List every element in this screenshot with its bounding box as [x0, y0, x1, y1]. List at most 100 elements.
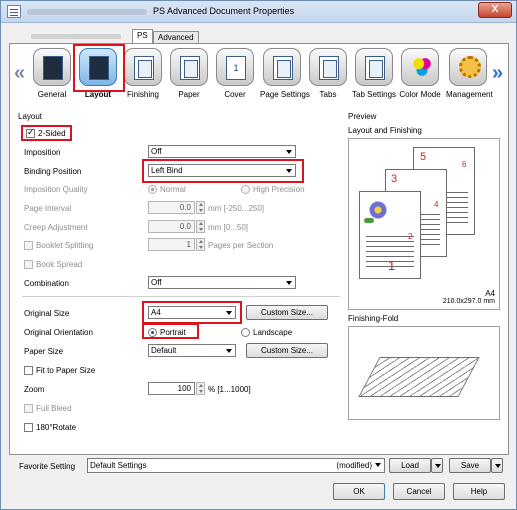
load-button[interactable]: Load [389, 458, 431, 473]
paper-custom-size-button[interactable]: Custom Size... [246, 343, 328, 358]
creep-adjustment-stepper[interactable] [196, 220, 205, 233]
scroll-right-icon[interactable]: » [492, 62, 503, 85]
save-dropdown-button[interactable] [491, 458, 503, 473]
page-interval-stepper[interactable] [196, 201, 205, 214]
imposition-select[interactable]: Off [148, 145, 296, 158]
fold-preview [348, 326, 500, 420]
category-page-settings[interactable]: Page Settings [260, 48, 310, 104]
favorite-setting-label: Favorite Setting [19, 462, 76, 471]
booklet-splitting-checkbox[interactable] [24, 241, 33, 250]
load-dropdown-button[interactable] [431, 458, 443, 473]
tab-advanced[interactable]: Advanced [153, 31, 199, 43]
booklet-splitting-input[interactable]: 1 [148, 238, 195, 251]
category-label: Layout [84, 90, 112, 99]
category-label: Page Settings [260, 90, 310, 99]
category-label: Color Mode [399, 90, 441, 99]
favorite-setting-select[interactable]: Default Settings (modified) [87, 458, 385, 473]
category-management[interactable]: Management [446, 48, 493, 104]
booklet-splitting-unit: Pages per Section [208, 241, 274, 250]
chevron-down-icon [226, 311, 232, 315]
zoom-input[interactable]: 100 [148, 382, 195, 395]
original-size-label: Original Size [24, 309, 70, 318]
category-cover[interactable]: 1 Cover [213, 48, 257, 104]
portrait-label: Portrait [160, 328, 186, 337]
imposition-quality-label: Imposition Quality [24, 185, 88, 194]
quality-high-label: High Precision [253, 185, 305, 194]
two-sided-label: 2-Sided [38, 129, 66, 138]
cancel-button[interactable]: Cancel [393, 483, 445, 500]
booklet-splitting-stepper[interactable] [196, 238, 205, 251]
finishing-icon [134, 56, 154, 80]
page-interval-input[interactable]: 0.0 [148, 201, 195, 214]
book-spread-checkbox[interactable] [24, 260, 33, 269]
page-number: 5 [420, 151, 427, 163]
page-number: 1 [388, 258, 396, 273]
category-tab-settings[interactable]: Tab Settings [352, 48, 396, 104]
quality-normal-label: Normal [160, 185, 186, 194]
chevron-down-icon [286, 169, 292, 173]
fold-sheet-illustration [358, 357, 480, 397]
fit-to-paper-checkbox[interactable] [24, 366, 33, 375]
category-color-mode[interactable]: Color Mode [398, 48, 442, 104]
management-icon [459, 56, 481, 78]
quality-high-radio[interactable] [241, 185, 250, 194]
page-interval-unit: mm [-250...250] [208, 204, 265, 213]
binding-position-label: Binding Position [24, 167, 82, 176]
help-button[interactable]: Help [453, 483, 505, 500]
rotate-180-checkbox[interactable] [24, 423, 33, 432]
page-number: 6 [462, 160, 467, 169]
binding-position-select[interactable]: Left Bind [148, 164, 296, 177]
page-number: 3 [391, 173, 398, 185]
category-label: Tab Settings [352, 90, 397, 99]
category-general[interactable]: General [30, 48, 74, 104]
layout-panel: « General Layout Finishing Paper 1 Cover [9, 43, 509, 455]
category-tabs[interactable]: Tabs [306, 48, 350, 104]
original-custom-size-button[interactable]: Custom Size... [246, 305, 328, 320]
ok-button[interactable]: OK [333, 483, 385, 500]
category-label: Paper [178, 90, 200, 99]
scroll-left-icon[interactable]: « [14, 62, 25, 85]
booklet-splitting-label: Booklet Splitting [36, 241, 94, 250]
category-label: Cover [224, 90, 246, 99]
zoom-stepper[interactable] [196, 382, 205, 395]
page-interval-label: Page Interval [24, 204, 72, 213]
layout-preview: 5 6 3 4 1 2 A4 210.0x297.0 mm [348, 138, 500, 310]
tab-redacted [31, 34, 121, 39]
portrait-radio[interactable] [148, 328, 157, 337]
section-divider [22, 296, 340, 297]
landscape-radio[interactable] [241, 328, 250, 337]
layout-group-title: Layout [18, 112, 43, 121]
category-layout[interactable]: Layout [76, 48, 120, 104]
chevron-down-icon [286, 281, 292, 285]
original-size-select[interactable]: A4 [148, 306, 236, 319]
app-icon [7, 5, 21, 18]
close-button[interactable]: X [478, 2, 512, 18]
category-finishing[interactable]: Finishing [121, 48, 165, 104]
category-label: Tabs [319, 90, 337, 99]
combination-select[interactable]: Off [148, 276, 296, 289]
window-title: PS Advanced Document Properties [153, 6, 295, 16]
paper-dimensions: 210.0x297.0 mm [442, 298, 495, 305]
tab-ps[interactable]: PS [132, 29, 153, 43]
category-label: General [37, 90, 67, 99]
cover-icon: 1 [226, 56, 246, 80]
full-bleed-checkbox[interactable] [24, 404, 33, 413]
title-bar[interactable]: PS Advanced Document Properties X [1, 1, 516, 23]
save-button[interactable]: Save [449, 458, 491, 473]
landscape-label: Landscape [253, 328, 293, 337]
two-sided-checkbox[interactable] [26, 127, 35, 138]
chevron-down-icon [375, 463, 381, 467]
imposition-label: Imposition [24, 148, 61, 157]
favorite-status: (modified) [336, 461, 372, 470]
original-orientation-label: Original Orientation [24, 328, 93, 337]
creep-adjustment-input[interactable]: 0.0 [148, 220, 195, 233]
category-bar: « General Layout Finishing Paper 1 Cover [10, 44, 508, 106]
chevron-down-icon [495, 464, 501, 468]
quality-normal-radio[interactable] [148, 185, 157, 194]
paper-size-select[interactable]: Default [148, 344, 236, 357]
category-paper[interactable]: Paper [167, 48, 211, 104]
creep-adjustment-unit: mm [0...50] [208, 223, 249, 232]
book-spread-label: Book Spread [36, 260, 83, 269]
zoom-unit: % [1...1000] [208, 385, 251, 394]
zoom-label: Zoom [24, 385, 45, 394]
